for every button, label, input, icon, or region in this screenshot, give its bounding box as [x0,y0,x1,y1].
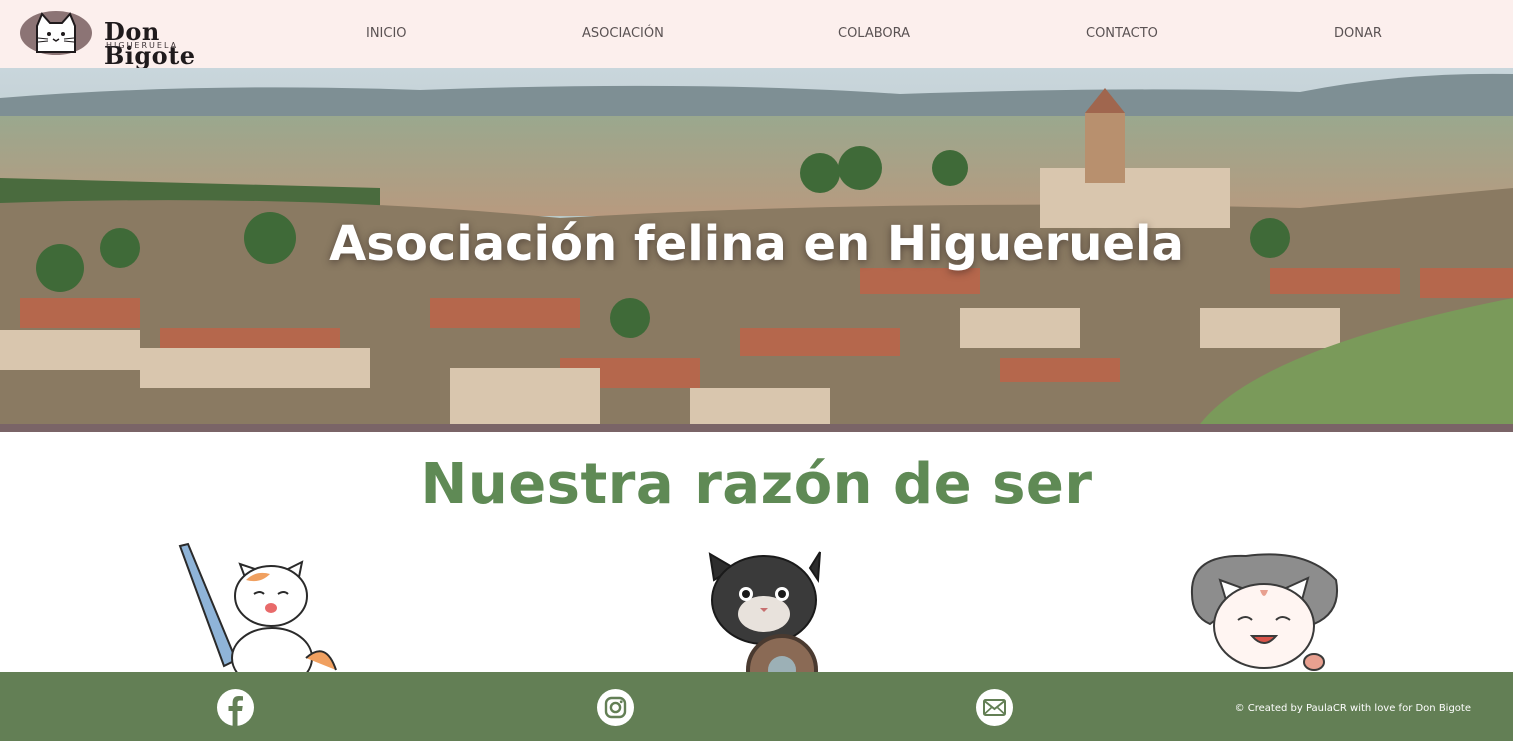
facebook-icon [217,689,254,726]
nav-asociacion[interactable]: ASOCIACIÓN [582,26,664,41]
nav-contacto[interactable]: CONTACTO [1086,26,1158,41]
brand-subtitle: HIGUERUELA [106,41,179,50]
site-footer: © Created by PaulaCR with love for Don B… [0,672,1513,741]
cat-logo-icon [20,11,92,55]
cat-shield-illustration [700,540,830,706]
email-icon [976,689,1013,726]
cat-hat-icon [1190,553,1338,671]
hero-divider [0,424,1513,432]
site-header: Don Bigote HIGUERUELA INICIO ASOCIACIÓN … [0,0,1513,68]
cat-shield-icon [708,551,821,706]
hero-title: Asociación felina en Higueruela [329,216,1184,272]
instagram-icon [597,689,634,726]
section-title: Nuestra razón de ser [420,452,1093,517]
instagram-link[interactable] [597,689,634,726]
footer-credit: © Created by PaulaCR with love for Don B… [1234,703,1471,714]
nav-colabora[interactable]: COLABORA [838,26,910,41]
cat-knight-illustration [176,540,346,689]
facebook-link[interactable] [217,689,254,726]
cat-hat-illustration [1186,540,1342,677]
nav-inicio[interactable]: INICIO [366,26,407,41]
nav-donar[interactable]: DONAR [1334,26,1382,41]
hero-banner: Asociación felina en Higueruela [0,68,1513,424]
cat-knight-lance-icon [178,542,337,689]
email-link[interactable] [976,689,1013,726]
logo[interactable]: Don Bigote HIGUERUELA [20,8,240,68]
